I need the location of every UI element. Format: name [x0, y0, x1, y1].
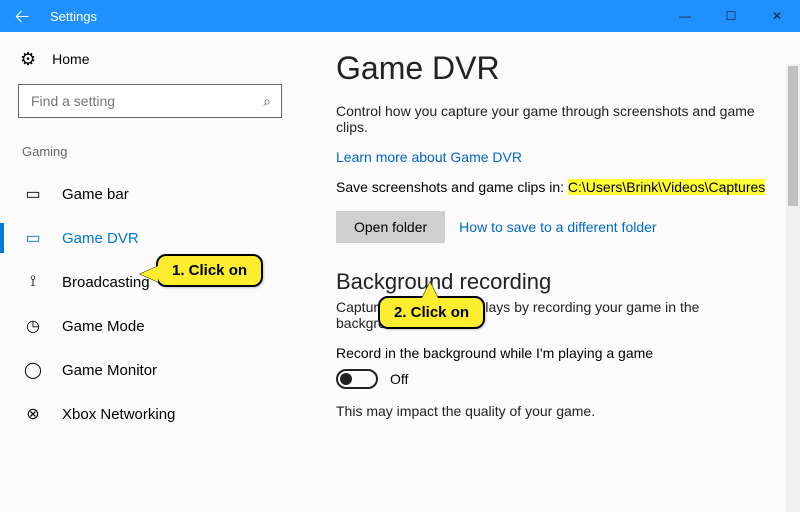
- settings-window: 🡠 Settings — ☐ ✕ ⚙ Home ⌕ Gaming ▭ Game …: [0, 0, 800, 512]
- annotation-callout-2: 2. Click on: [378, 296, 485, 329]
- annotation-callout-1: 1. Click on: [156, 254, 263, 287]
- game-monitor-icon: ◯: [22, 360, 44, 380]
- sidebar-item-label: Game bar: [62, 186, 129, 203]
- sidebar-item-label: Game DVR: [62, 230, 139, 247]
- sidebar-item-game-bar[interactable]: ▭ Game bar: [0, 173, 282, 215]
- minimize-button[interactable]: —: [662, 0, 708, 32]
- scrollbar[interactable]: [786, 64, 800, 512]
- content: Game DVR Control how you capture your ga…: [300, 32, 800, 512]
- back-button[interactable]: 🡠: [0, 0, 44, 32]
- maximize-button[interactable]: ☐: [708, 0, 754, 32]
- sidebar-item-label: Broadcasting: [62, 274, 150, 291]
- page-title: Game DVR: [336, 50, 770, 87]
- close-button[interactable]: ✕: [754, 0, 800, 32]
- game-bar-icon: ▭: [22, 184, 44, 204]
- gear-icon: ⚙: [20, 50, 36, 68]
- body: ⚙ Home ⌕ Gaming ▭ Game bar ▭ Game DVR ⟟: [0, 32, 800, 512]
- scrollbar-thumb[interactable]: [788, 66, 798, 206]
- howto-link[interactable]: How to save to a different folder: [459, 219, 656, 235]
- search-field[interactable]: [29, 92, 263, 110]
- save-path-value: C:\Users\Brink\Videos\Captures: [568, 179, 765, 195]
- toggle-knob: [340, 373, 352, 385]
- sidebar-item-game-dvr[interactable]: ▭ Game DVR: [0, 217, 282, 259]
- callout-text: 1. Click on: [172, 262, 247, 279]
- back-arrow-icon: 🡠: [15, 7, 30, 25]
- navlist: ▭ Game bar ▭ Game DVR ⟟ Broadcasting ◷ G…: [0, 173, 282, 435]
- sidebar-item-game-mode[interactable]: ◷ Game Mode: [0, 305, 282, 347]
- broadcasting-icon: ⟟: [22, 273, 44, 291]
- lead-text: Control how you capture your game throug…: [336, 103, 766, 135]
- callout-tail-icon: [140, 266, 158, 282]
- minimize-icon: —: [679, 9, 691, 23]
- save-path-prefix: Save screenshots and game clips in:: [336, 179, 568, 195]
- window-title: Settings: [50, 9, 97, 24]
- open-folder-row: Open folder How to save to a different f…: [336, 211, 770, 243]
- home-button[interactable]: ⚙ Home: [20, 50, 282, 68]
- game-dvr-icon: ▭: [22, 228, 44, 248]
- callout-tail-icon: [422, 282, 438, 298]
- maximize-icon: ☐: [726, 9, 737, 23]
- sidebar-item-label: Xbox Networking: [62, 406, 175, 423]
- open-folder-button[interactable]: Open folder: [336, 211, 445, 243]
- toggle-state: Off: [390, 371, 408, 387]
- category-label: Gaming: [22, 144, 282, 159]
- xbox-icon: ⊗: [22, 404, 44, 424]
- close-icon: ✕: [772, 9, 782, 23]
- search-icon: ⌕: [263, 93, 271, 110]
- save-path-text: Save screenshots and game clips in: C:\U…: [336, 179, 770, 195]
- window-controls: — ☐ ✕: [662, 0, 800, 32]
- learn-more-link[interactable]: Learn more about Game DVR: [336, 149, 522, 165]
- search-input[interactable]: ⌕: [18, 84, 282, 118]
- impact-note: This may impact the quality of your game…: [336, 403, 770, 419]
- sidebar-item-label: Game Mode: [62, 318, 145, 335]
- record-toggle-label: Record in the background while I'm playi…: [336, 345, 770, 361]
- sidebar-item-game-monitor[interactable]: ◯ Game Monitor: [0, 349, 282, 391]
- game-mode-icon: ◷: [22, 316, 44, 336]
- bg-recording-heading: Background recording: [336, 269, 770, 295]
- titlebar: 🡠 Settings — ☐ ✕: [0, 0, 800, 32]
- callout-text: 2. Click on: [394, 304, 469, 321]
- sidebar-item-label: Game Monitor: [62, 362, 157, 379]
- home-label: Home: [52, 51, 89, 67]
- record-toggle[interactable]: [336, 369, 378, 389]
- record-toggle-row: Off: [336, 369, 770, 389]
- sidebar-item-xbox-networking[interactable]: ⊗ Xbox Networking: [0, 393, 282, 435]
